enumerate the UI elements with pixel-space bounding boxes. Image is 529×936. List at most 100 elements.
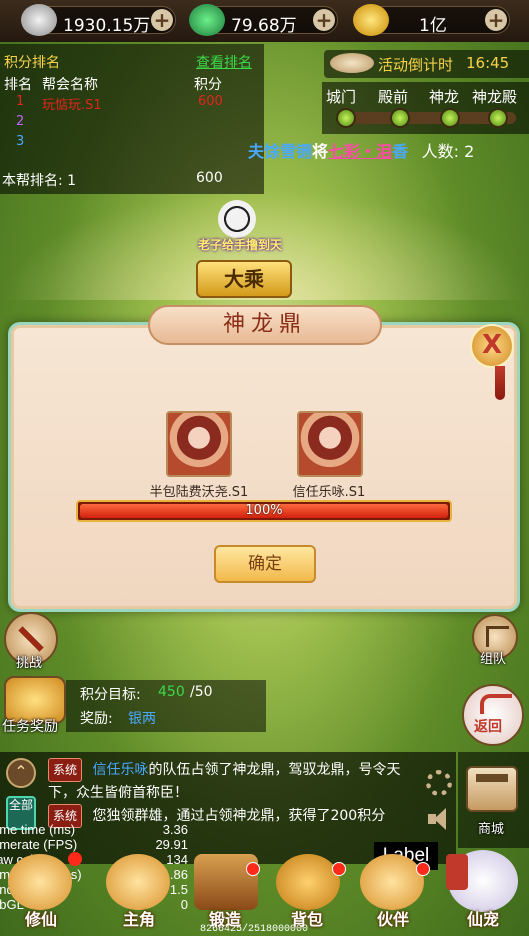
mall-label: 商城 [478, 822, 505, 837]
score-header: 积分 [194, 77, 222, 93]
cultivate-icon [8, 854, 72, 910]
nav-label: 仙宠 [466, 910, 499, 929]
flag-icon [486, 626, 509, 647]
hero-icon [106, 854, 170, 910]
player-avatar[interactable] [166, 411, 232, 477]
progress-label: 100% [245, 503, 283, 518]
partner-icon [360, 854, 424, 910]
ticker-part: 香 [392, 142, 409, 161]
debug-value: 3.36 [162, 822, 188, 837]
rank-header: 排名 [4, 77, 32, 93]
cloud-ornament-icon [330, 53, 374, 73]
gold-amount: 1亿 [419, 16, 447, 36]
my-guild-score: 600 [196, 170, 223, 186]
jade-amount: 79.68万 [231, 16, 297, 36]
stage-label-dragon: 神龙 [429, 88, 460, 106]
bottom-nav: 修仙 主角 锻造 背包 伙伴 仙宠 [0, 848, 529, 936]
nav-label: 修仙 [24, 910, 57, 929]
view-rank-link[interactable]: 查看排名 [196, 52, 252, 72]
notification-dot [246, 862, 260, 876]
jade-currency: 79.68万 + [189, 4, 338, 36]
chevron-up-icon: ⌃ [14, 762, 28, 781]
nav-label: 主角 [122, 910, 155, 929]
activity-countdown: 活动倒计时 16:45 [324, 50, 529, 78]
team-label: 组队 [480, 652, 507, 667]
rank-row-index: 3 [16, 134, 25, 149]
task-panel: 积分目标: 450 /50 奖励: 银两 [66, 680, 266, 732]
silver-currency: 1930.15万 + [21, 4, 176, 36]
back-arrow-icon [480, 694, 512, 714]
my-guild-rank: 本帮排名: 1 [2, 173, 77, 189]
silver-amount: 1930.15万 [63, 16, 151, 36]
event-badge-icon [446, 854, 468, 890]
meme-avatar-icon [218, 200, 256, 238]
shop-roof-icon [476, 774, 508, 782]
bag-icon [276, 854, 340, 910]
countdown-label: 活动倒计时 [378, 56, 454, 74]
stage-node[interactable] [336, 108, 356, 128]
dialog-title: 神龙鼎 [148, 305, 382, 345]
player-name: 半包陆费沃尧.S1 [149, 485, 249, 500]
stage-node[interactable] [488, 108, 508, 128]
ticker-part: 馀雪铏 [264, 142, 313, 161]
stage-label-dragon-hall: 神龙殿 [472, 88, 518, 106]
rank-row-name: 玩惦玩.S1 [42, 98, 102, 113]
currency-bar: 1930.15万 + 79.68万 + 1亿 + [0, 0, 529, 42]
gold-currency: 1亿 + [353, 4, 510, 36]
collapse-chat-button[interactable]: ⌃ [6, 758, 36, 788]
close-button[interactable]: X [470, 324, 514, 368]
debug-key: ame time (ms) [0, 822, 76, 837]
gear-icon[interactable] [426, 770, 452, 796]
ticker-part: 将 [312, 142, 329, 161]
countdown-time: 16:45 [466, 54, 510, 72]
people-count: 人数: 2 [421, 142, 475, 161]
occupy-progress-bar: 100% [76, 500, 452, 522]
stage-label-front: 殿前 [378, 88, 409, 106]
system-tag: 系统 [48, 758, 83, 782]
rank-row-score: 600 [198, 94, 223, 109]
footer-score: 8266425/2518000000 [200, 924, 309, 935]
player-name: 信任乐咏.S1 [292, 485, 366, 500]
gold-ingot-icon [353, 4, 389, 36]
crossed-swords-icon [18, 626, 44, 652]
stage-progress: 城门 殿前 神龙 神龙殿 [322, 82, 529, 134]
add-silver-button[interactable]: + [151, 9, 173, 31]
stage-label-gate: 城门 [326, 88, 357, 106]
score-rank-panel: 积分排名 查看排名 排名 帮会名称 积分 1 玩惦玩.S1 600 2 3 本帮… [0, 44, 264, 194]
debug-row: ame time (ms) 3.36 [0, 822, 188, 837]
target-current: 450 [158, 684, 185, 700]
rank-row-index: 1 [16, 94, 25, 109]
add-gold-button[interactable]: + [485, 9, 507, 31]
scrolling-ticker: 夫馀雪铏将七彩・泪香 人数: 2 [248, 138, 474, 162]
nav-label: 伙伴 [376, 910, 409, 929]
target-label: 积分目标: [80, 687, 141, 703]
stage-node[interactable] [440, 108, 460, 128]
jade-icon [189, 4, 225, 36]
rank-row-index: 2 [16, 114, 25, 129]
speaker-icon[interactable] [428, 808, 448, 830]
rank-panel-title: 积分排名 [4, 55, 60, 71]
stage-node[interactable] [390, 108, 410, 128]
guild-name-header: 帮会名称 [42, 77, 98, 93]
player-avatar[interactable] [297, 411, 363, 477]
ticker-part: 夫 [248, 142, 265, 161]
mall-button[interactable] [466, 766, 518, 812]
reward-value: 银两 [128, 711, 156, 727]
add-jade-button[interactable]: + [313, 9, 335, 31]
challenge-label: 挑战 [16, 656, 43, 671]
back-label: 返回 [474, 719, 502, 735]
notification-dot [332, 862, 346, 876]
task-reward-label: 任务奖励 [2, 719, 58, 735]
rank-badge: 大乘 [196, 260, 292, 298]
ticker-part: 七彩・泪 [328, 142, 393, 161]
target-total: /50 [190, 684, 213, 700]
notification-dot [416, 862, 430, 876]
back-button[interactable]: 返回 [462, 684, 524, 746]
chat-player-name[interactable]: 信任乐咏 [92, 762, 148, 778]
confirm-button[interactable]: 确定 [214, 545, 316, 583]
guild-banner-title: 老子给手撸到天 [197, 238, 282, 252]
chat-message: 系统 信任乐咏的队伍占领了神龙鼎，驾驭龙鼎，号令天下，众生皆俯首称臣！ [48, 758, 428, 804]
silver-ingot-icon [21, 4, 57, 36]
tassel-decoration [495, 366, 505, 400]
reward-label: 奖励: [80, 711, 113, 727]
